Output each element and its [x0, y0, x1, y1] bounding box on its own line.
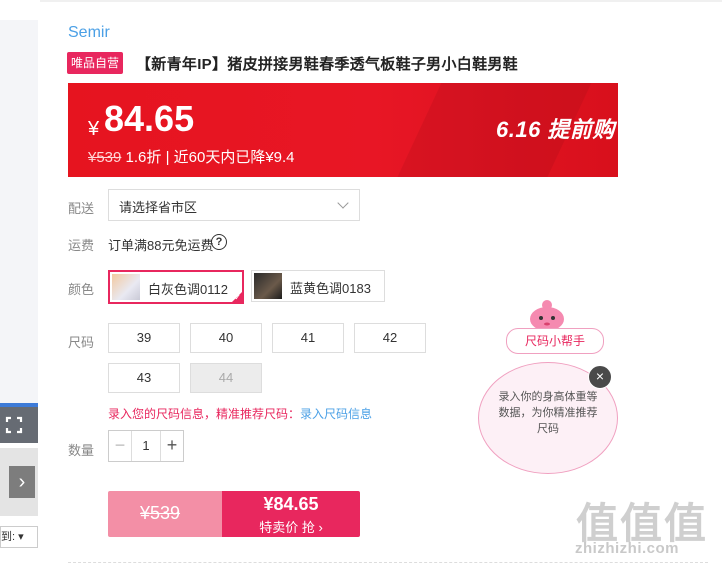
size-helper-text: 录入你的身高体重等数据，为你精准推荐尺码 — [498, 391, 598, 435]
watermark-url: zhizhizhi.com — [575, 540, 679, 557]
chevron-down-icon — [337, 197, 349, 209]
original-price-block: ¥539 — [108, 491, 222, 537]
main-product-image[interactable] — [0, 20, 38, 405]
check-icon: ✓ — [234, 293, 241, 302]
size-info-link[interactable]: 录入尺码信息 — [300, 407, 372, 421]
sort-select[interactable]: 到: ▾ — [0, 526, 38, 548]
color-option-blue-yellow[interactable]: 蓝黄色调0183 — [251, 270, 385, 302]
region-select[interactable]: 请选择省市区 — [108, 189, 360, 221]
quantity-plus-button[interactable]: + — [160, 431, 183, 461]
region-placeholder: 请选择省市区 — [119, 200, 198, 215]
brand-link[interactable]: Semir — [68, 24, 110, 42]
size-option-44-disabled: 44 — [190, 363, 262, 393]
color-option-label: 白灰色调0112 — [148, 282, 228, 297]
shipping-label: 配送 — [68, 201, 95, 216]
expand-icon — [5, 416, 23, 434]
quantity-stepper: − 1 + — [108, 430, 184, 462]
product-title: 【新青年IP】猪皮拼接男鞋春季透气板鞋子男小白鞋男鞋 — [136, 56, 518, 73]
thumbnail-next-arrow[interactable]: › — [9, 466, 35, 498]
discount-text: 1.6折 | 近60天内已降¥9.4 — [125, 149, 295, 166]
top-divider — [40, 0, 722, 2]
shipping-fee-text: 订单满88元免运费 — [108, 238, 214, 253]
color-swatch-image — [112, 274, 140, 300]
quantity-value[interactable]: 1 — [131, 431, 161, 461]
size-info-row: 录入您的尺码信息，精准推荐尺码：录入尺码信息 — [108, 405, 372, 422]
size-option-43[interactable]: 43 — [108, 363, 180, 393]
size-option-41[interactable]: 41 — [272, 323, 344, 353]
buy-now-button[interactable]: ¥84.65 特卖价 抢 › — [222, 491, 360, 537]
size-option-40[interactable]: 40 — [190, 323, 262, 353]
size-option-39[interactable]: 39 — [108, 323, 180, 353]
bottom-divider — [68, 562, 708, 564]
self-operated-badge: 唯品自营 — [67, 52, 124, 74]
size-option-42[interactable]: 42 — [354, 323, 426, 353]
color-option-label: 蓝黄色调0183 — [290, 281, 371, 296]
buy-action-label: 特卖价 抢 › — [259, 520, 323, 535]
buy-button-group: ¥539 ¥84.65 特卖价 抢 › — [108, 491, 360, 537]
original-price: ¥539 — [88, 149, 122, 166]
fullscreen-button[interactable] — [0, 407, 38, 443]
current-price: 84.65 — [104, 98, 195, 139]
color-option-white-grey[interactable]: 白灰色调0112 ✓ — [108, 270, 244, 304]
shipping-fee-label: 运费 — [68, 238, 95, 253]
buy-original-price: ¥539 — [140, 503, 181, 523]
size-label: 尺码 — [68, 335, 95, 350]
quantity-minus-button[interactable]: − — [109, 431, 132, 461]
promo-label: 6.16 提前购 — [496, 117, 615, 142]
size-info-prompt: 录入您的尺码信息，精准推荐尺码： — [108, 407, 301, 421]
buy-sale-price: ¥84.65 — [263, 494, 319, 514]
color-label: 颜色 — [68, 282, 95, 297]
price-detail: ¥539 1.6折 | 近60天内已降¥9.4 — [88, 146, 295, 167]
size-helper-button[interactable]: 尺码小帮手 — [506, 328, 604, 354]
close-icon[interactable]: × — [588, 365, 612, 389]
color-swatch-image — [254, 273, 282, 299]
price-currency: ¥ — [88, 118, 100, 140]
help-icon[interactable]: ? — [211, 234, 227, 250]
quantity-label: 数量 — [68, 443, 95, 458]
